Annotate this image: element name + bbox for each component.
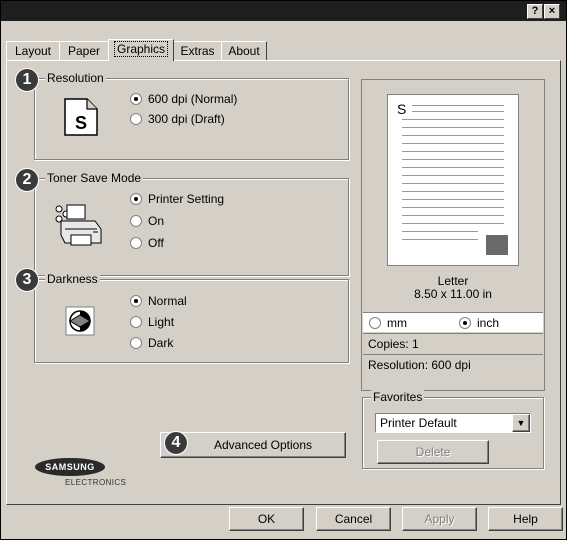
printer-properties-dialog: ? × Layout Paper Graphics Extras About 1…	[0, 0, 567, 540]
graphics-panel: 1 Resolution S 600 dpi (Normal) 300 dpi …	[6, 60, 561, 505]
close-button[interactable]: ×	[544, 4, 560, 19]
document-icon: S	[63, 97, 99, 136]
resolution-group: Resolution S 600 dpi (Normal) 300 dpi (D…	[34, 71, 349, 160]
delete-favorite-button[interactable]: Delete	[377, 440, 489, 464]
ok-button[interactable]: OK	[229, 507, 304, 531]
darkness-group: Darkness Normal Light Dark	[34, 272, 349, 363]
paper-sheet: S	[387, 94, 519, 266]
cancel-button[interactable]: Cancel	[316, 507, 391, 531]
tab-layout[interactable]: Layout	[6, 41, 60, 60]
unit-row: mm inch	[363, 312, 543, 332]
svg-text:S: S	[75, 113, 87, 133]
tab-about[interactable]: About	[221, 41, 267, 60]
step-4-badge: 4	[164, 431, 188, 455]
toner-save-title: Toner Save Mode	[45, 171, 144, 185]
printer-icon	[53, 199, 105, 249]
toner-save-group: Toner Save Mode Printer Setting On Off	[34, 171, 349, 276]
favorites-select[interactable]: Printer Default ▼	[375, 413, 531, 433]
help-footer-button[interactable]: Help	[488, 507, 563, 531]
paper-info: Letter 8.50 x 11.00 in	[414, 274, 492, 301]
step-3-badge: 3	[15, 268, 39, 292]
samsung-logo: SAMSUNG ELECTRONICS	[35, 458, 126, 496]
tab-paper[interactable]: Paper	[59, 41, 109, 60]
paper-preview: S Letter 8.50 x 11.00 in mm inch Copies:…	[361, 79, 545, 391]
darkness-icon	[65, 306, 101, 342]
resolution-status: Resolution: 600 dpi	[363, 354, 543, 374]
chevron-down-icon[interactable]: ▼	[512, 414, 530, 432]
step-2-badge: 2	[15, 168, 39, 192]
tab-extras[interactable]: Extras	[173, 41, 222, 60]
help-button[interactable]: ?	[527, 4, 543, 19]
favorites-group: Favorites Printer Default ▼ Delete	[362, 390, 544, 469]
copies-status: Copies: 1	[363, 333, 543, 353]
favorites-title: Favorites	[371, 390, 425, 404]
resolution-title: Resolution	[45, 71, 106, 85]
image-placeholder	[486, 235, 508, 255]
apply-button[interactable]: Apply	[402, 507, 477, 531]
advanced-options-button[interactable]: Advanced Options	[160, 432, 346, 458]
darkness-title: Darkness	[45, 272, 100, 286]
tab-graphics[interactable]: Graphics	[108, 39, 174, 61]
title-bar: ? ×	[1, 1, 566, 21]
step-1-badge: 1	[15, 68, 39, 92]
